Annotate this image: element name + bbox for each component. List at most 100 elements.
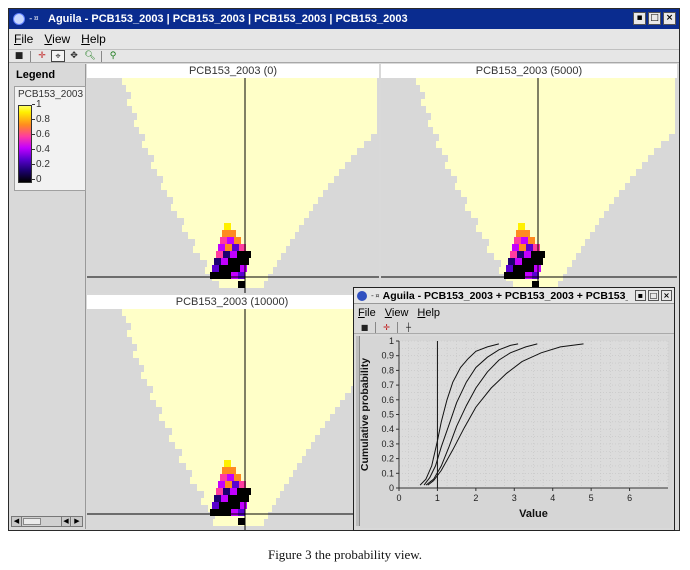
map-value-cell — [232, 481, 239, 488]
probability-window-titlebar[interactable]: -¤ Aguila - PCB153_2003 + PCB153_2003 + … — [354, 288, 674, 304]
crosshair-icon[interactable]: ✛ — [380, 322, 393, 333]
toolbar-separator — [375, 322, 376, 333]
map-value-cell — [223, 488, 230, 495]
map-land-cell — [137, 344, 375, 351]
toolbar-separator — [30, 50, 31, 62]
map-value-cell — [235, 495, 242, 502]
legend-tick: 1 — [32, 99, 42, 111]
menu-help[interactable]: Help — [81, 32, 106, 46]
map-value-cell — [522, 258, 529, 265]
map-land-cell — [122, 78, 377, 85]
scroll-thumb[interactable] — [23, 518, 41, 525]
map-land-cell — [186, 463, 297, 470]
main-titlebar[interactable]: -¤ Aguila - PCB153_2003 | PCB153_2003 | … — [9, 9, 679, 29]
map-value-cell — [220, 237, 227, 244]
pin-icon[interactable]: -¤ — [28, 14, 44, 24]
legend-horizontal-scrollbar[interactable]: ◀ ◀ ▶ — [11, 516, 83, 527]
map-value-cell — [515, 258, 522, 265]
map-value-cell — [214, 495, 221, 502]
x-tick-label: 3 — [512, 493, 517, 503]
map-land-cell — [133, 351, 375, 358]
map-value-cell — [230, 251, 237, 258]
y-tick-label: 0.6 — [381, 395, 394, 405]
map-land-cell — [139, 127, 377, 134]
map-value-cell — [232, 244, 239, 251]
zoom-in-icon[interactable]: ⚲ — [106, 50, 120, 62]
maximize-button[interactable]: □ — [648, 12, 661, 25]
map-canvas[interactable] — [87, 309, 377, 530]
map-land-cell — [157, 169, 339, 176]
map-value-cell — [212, 265, 219, 272]
close-button[interactable]: × — [661, 290, 672, 301]
probability-plot-area[interactable]: 0 1 2 3 4 5 6 0 0.1 0.2 0.3 0.4 0.5 0.6 0.7 0.8 0.9 1 Valu… — [356, 336, 672, 528]
map-canvas[interactable] — [381, 78, 677, 293]
menu-help[interactable]: Help — [417, 307, 440, 319]
map-land-cell — [163, 176, 334, 183]
map-value-cell — [538, 251, 545, 258]
pin-icon[interactable]: -¤ — [370, 291, 380, 300]
square-icon[interactable]: ■ — [12, 50, 26, 62]
scroll-left-arrow-icon[interactable]: ◀ — [12, 517, 22, 526]
map-view-2[interactable]: PCB153_2003 (10000) — [87, 295, 377, 530]
map-land-cell — [428, 120, 675, 127]
map-land-cell — [172, 428, 320, 435]
maximize-button[interactable]: □ — [648, 290, 659, 301]
map-canvas[interactable] — [87, 78, 379, 293]
x-axis-label: Value — [519, 508, 548, 520]
map-view-1[interactable]: PCB153_2003 (5000) — [381, 64, 677, 293]
map-land-cell — [142, 141, 364, 148]
zoom-out-icon[interactable]: 🔍︎ — [83, 50, 97, 62]
map-land-cell — [153, 386, 351, 393]
map-land-cell — [476, 225, 595, 232]
legend-tick: 0.8 — [32, 114, 50, 126]
square-icon[interactable]: ■ — [358, 322, 371, 333]
cumulative-probability-chart[interactable]: 0 1 2 3 4 5 6 0 0.1 0.2 0.3 0.4 0.5 0.6 0.7 0.8 0.9 1 Valu… — [356, 336, 672, 528]
map-value-cell — [227, 237, 234, 244]
menu-view[interactable]: View — [44, 32, 70, 46]
map-value-cell — [531, 251, 538, 258]
legend-color-ramp — [18, 105, 32, 183]
menu-file[interactable]: File — [358, 307, 376, 319]
map-value-cell — [510, 251, 517, 258]
map-view-0[interactable]: PCB153_2003 (0) — [87, 64, 379, 293]
map-value-cell — [221, 495, 228, 502]
legend-tick: 0.6 — [32, 129, 50, 141]
map-value-cell — [229, 230, 236, 237]
move-icon[interactable]: ✥ — [67, 50, 81, 62]
cursor-icon[interactable]: ┼ — [402, 322, 415, 333]
map-land-cell — [148, 148, 357, 155]
map-land-cell — [171, 204, 313, 211]
scroll-right-arrow-icon[interactable]: ▶ — [72, 517, 82, 526]
scroll-left-arrow-icon[interactable]: ◀ — [61, 517, 71, 526]
map-land-cell — [431, 113, 675, 120]
app-icon — [13, 13, 25, 25]
minimize-button[interactable]: ▪ — [633, 12, 646, 25]
menu-file[interactable]: File — [14, 32, 33, 46]
map-value-cell — [521, 237, 528, 244]
select-icon[interactable]: ⌖ — [51, 50, 65, 62]
map-land-cell — [156, 400, 340, 407]
map-value-cell — [230, 488, 237, 495]
map-land-cell — [416, 78, 675, 85]
menu-view[interactable]: View — [385, 307, 409, 319]
map-value-cell — [218, 244, 225, 251]
map-value-cell — [229, 467, 236, 474]
map-value-cell — [218, 481, 225, 488]
minimize-button[interactable]: ▪ — [635, 290, 646, 301]
y-tick-label: 0 — [389, 483, 394, 493]
map-value-cell — [518, 223, 525, 230]
map-land-cell — [131, 92, 377, 99]
close-button[interactable]: × — [663, 12, 676, 25]
map-land-cell — [137, 113, 377, 120]
map-land-cell — [467, 197, 614, 204]
map-value-cell — [219, 265, 226, 272]
probability-window-title: Aguila - PCB153_2003 + PCB153_2003 + PCB… — [382, 289, 628, 302]
crosshair-icon[interactable]: ✛ — [35, 50, 49, 62]
map-land-cell — [425, 92, 675, 99]
map-value-cell — [225, 244, 232, 251]
legend-title: Legend — [16, 69, 56, 81]
map-value-cell — [217, 272, 224, 279]
map-value-cell — [216, 251, 223, 258]
map-value-cell — [210, 272, 217, 279]
main-window-title: Aguila - PCB153_2003 | PCB153_2003 | PCB… — [48, 13, 408, 25]
